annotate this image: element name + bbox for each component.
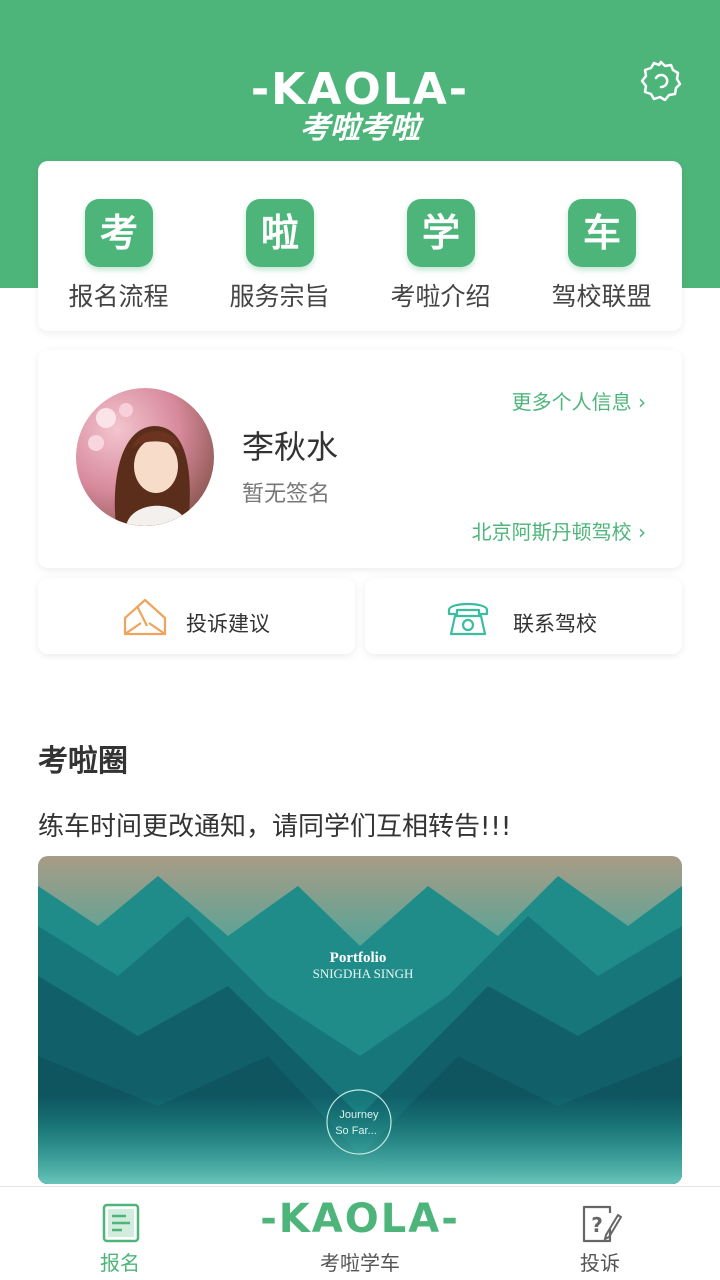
nav-item-label: 服务宗旨	[229, 282, 330, 311]
svg-text:?: ?	[591, 1213, 603, 1237]
nav-item-service-purpose[interactable]: 啦 服务宗旨	[199, 161, 360, 331]
user-name: 李秋水	[242, 428, 339, 466]
tab-complain-label: 投诉	[580, 1251, 620, 1275]
feature-nav-card: 考 报名流程 啦 服务宗旨 学 考啦介绍 车 驾校联盟	[38, 161, 682, 331]
question-edit-icon: ?	[582, 1205, 622, 1243]
avatar[interactable]	[76, 388, 214, 526]
kao-icon: 考	[85, 199, 153, 267]
che-icon: 车	[568, 199, 636, 267]
app-logo: -KAOLA- 考啦考啦	[0, 64, 720, 146]
complaint-label: 投诉建议	[186, 612, 270, 636]
more-profile-info-link[interactable]: 更多个人信息 ›	[512, 386, 646, 415]
section-title: 考啦圈	[38, 744, 128, 779]
mountain-illustration: Portfolio SNIGDHA SINGH Journey So Far..…	[38, 856, 682, 1184]
nav-item-kaola-intro[interactable]: 学 考啦介绍	[360, 161, 521, 331]
nav-item-register-process[interactable]: 考 报名流程	[38, 161, 199, 331]
nav-item-school-alliance[interactable]: 车 驾校联盟	[521, 161, 682, 331]
journey-badge-line2: So Far...	[335, 1125, 377, 1137]
nav-item-label: 考啦介绍	[390, 282, 491, 311]
avatar-image	[76, 388, 214, 526]
tab-register[interactable]: 报名	[60, 1187, 180, 1280]
xue-icon: 学	[407, 199, 475, 267]
tab-kaola-label: 考啦学车	[320, 1251, 400, 1275]
nav-item-label: 驾校联盟	[551, 282, 652, 311]
nav-item-label: 报名流程	[68, 282, 169, 311]
profile-card: 李秋水 暂无签名 更多个人信息 › 北京阿斯丹顿驾校 ›	[38, 350, 682, 568]
contact-school-button[interactable]: 联系驾校	[365, 578, 682, 654]
register-icon	[102, 1203, 140, 1243]
journey-badge-line1: Journey	[339, 1109, 379, 1121]
contact-school-label: 联系驾校	[513, 612, 597, 636]
user-signature: 暂无签名	[242, 482, 331, 507]
driving-school-link[interactable]: 北京阿斯丹顿驾校 ›	[472, 516, 646, 545]
image-subtitle: SNIGDHA SINGH	[313, 966, 414, 981]
post-image[interactable]: Portfolio SNIGDHA SINGH Journey So Far..…	[38, 856, 682, 1184]
post-text: 练车时间更改通知，请同学们互相转告!!!	[38, 812, 512, 842]
phone-icon	[447, 602, 489, 636]
image-title: Portfolio	[330, 950, 387, 966]
settings-button[interactable]	[638, 58, 684, 104]
tab-kaola-learn[interactable]: -KAOLA- 考啦学车	[240, 1187, 480, 1280]
bottom-tab-bar: 报名 -KAOLA- 考啦学车 ? 投诉	[0, 1186, 720, 1280]
logo-chinese: 考啦考啦	[300, 111, 420, 146]
settings-icon	[640, 60, 682, 102]
tab-register-label: 报名	[100, 1251, 140, 1275]
envelope-icon	[123, 598, 167, 636]
logo-english: -KAOLA-	[250, 64, 470, 115]
tab-complain[interactable]: ? 投诉	[540, 1187, 660, 1280]
kaola-logo: -KAOLA-	[260, 1196, 460, 1242]
complaint-button[interactable]: 投诉建议	[38, 578, 355, 654]
la-icon: 啦	[246, 199, 314, 267]
